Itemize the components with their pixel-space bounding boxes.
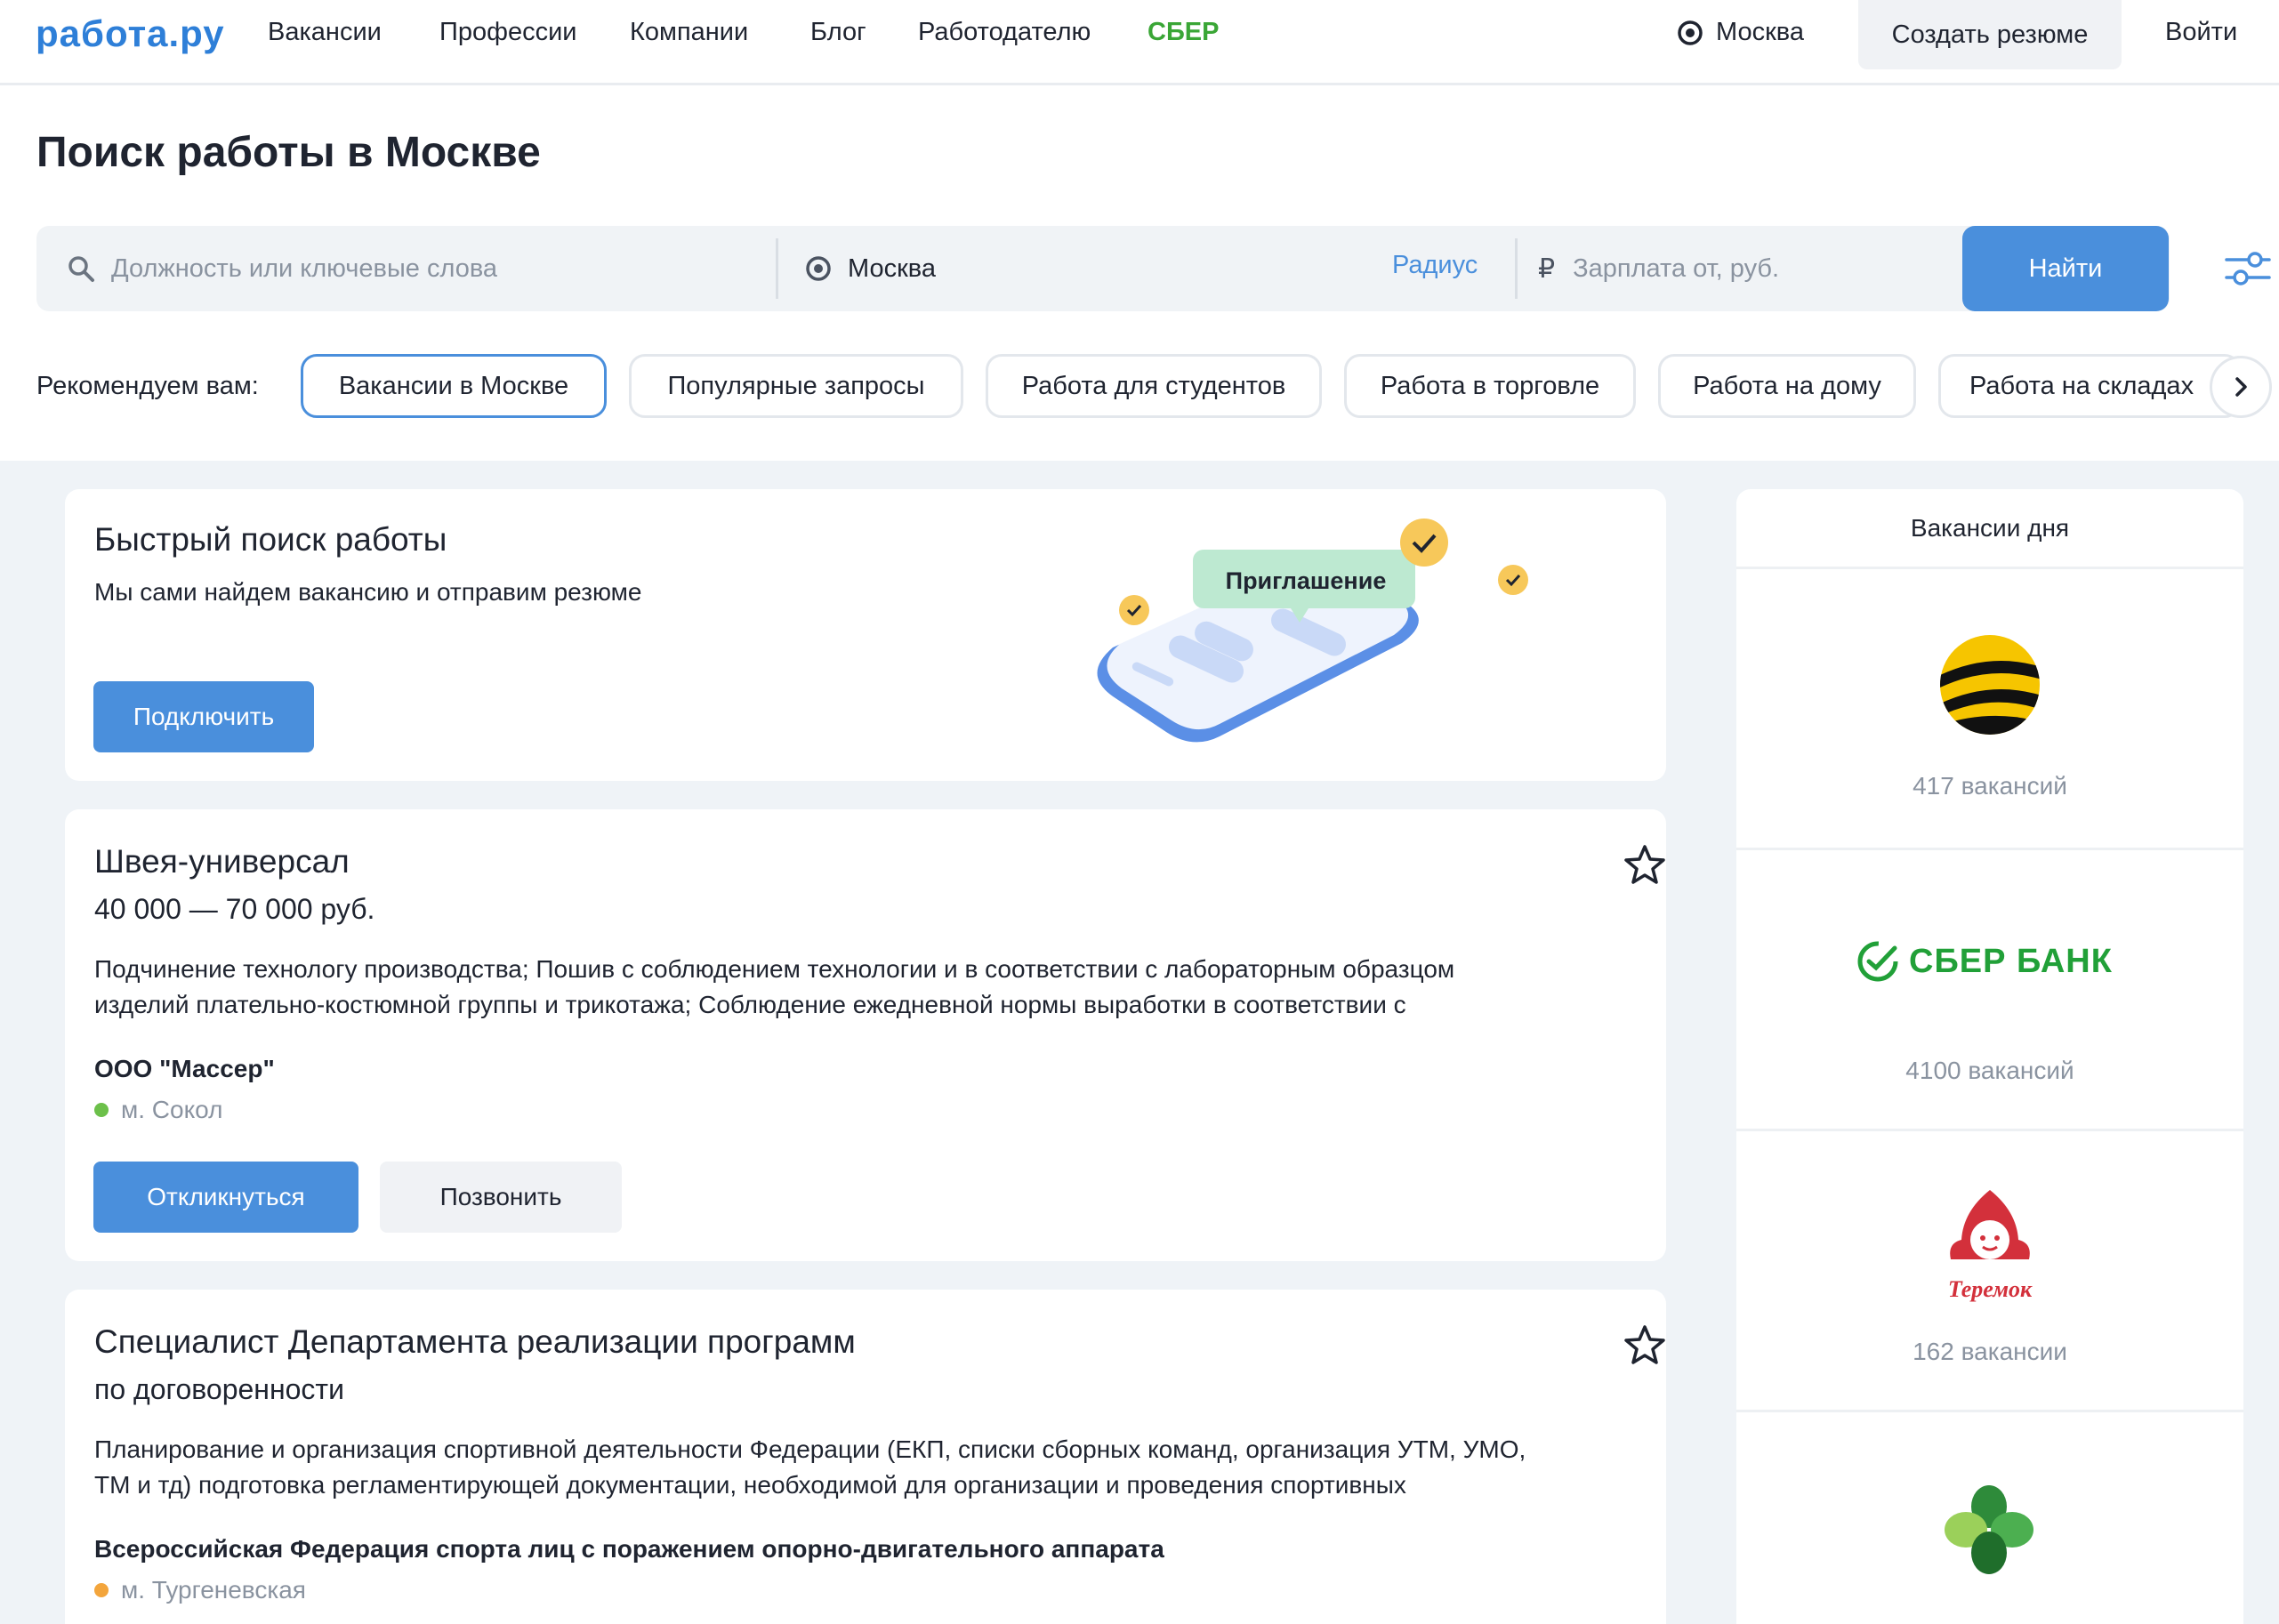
sberbank-logo: СБЕР БАНК — [1856, 939, 2113, 984]
search-bar: Должность или ключевые слова Москва Ради… — [36, 226, 2170, 311]
chips-next-button[interactable] — [2210, 356, 2272, 418]
company-item-clover[interactable] — [1736, 1412, 2243, 1624]
metro-station: м. Тургеневская — [121, 1576, 306, 1604]
company-item-teremok[interactable]: Теремок 162 вакансии — [1736, 1131, 2243, 1412]
call-button[interactable]: Позвонить — [380, 1162, 622, 1233]
invitation-bubble-text: Приглашение — [1226, 567, 1387, 594]
sber-check-icon — [1857, 941, 1898, 982]
top-header: работа.ру Вакансии Профессии Компании Бл… — [0, 0, 2279, 85]
star-icon[interactable] — [1623, 1323, 1666, 1366]
vacancy-salary: 40 000 — 70 000 руб. — [94, 893, 375, 925]
vacancy-count: 4100 вакансий — [1905, 1057, 2074, 1084]
keyword-placeholder: Должность или ключевые слова — [111, 253, 498, 283]
vacancy-metro: м. Тургеневская — [94, 1576, 306, 1604]
vacancy-description: Планирование и организация спортивной де… — [94, 1432, 1642, 1503]
nav-blog[interactable]: Блог — [810, 18, 866, 47]
teremok-logo-text: Теремок — [1948, 1276, 2033, 1302]
city-input-value: Москва — [848, 253, 937, 283]
vacancy-salary: по договоренности — [94, 1373, 344, 1405]
nav-sber[interactable]: СБЕР — [1148, 18, 1219, 47]
salary-input[interactable]: ₽ Зарплата от, руб. — [1538, 226, 1938, 311]
vacancies-of-day-panel: Вакансии дня 417 вакансий СБЕР БАНК 4100… — [1736, 489, 2243, 1624]
respond-button[interactable]: Откликнуться — [93, 1162, 358, 1233]
company-item-beeline[interactable]: 417 вакансий — [1736, 569, 2243, 850]
vacancy-count: 162 вакансии — [1913, 1338, 2067, 1365]
chevron-right-icon — [2235, 377, 2247, 397]
city-selector[interactable]: Москва — [1677, 18, 1804, 47]
location-pin-icon — [806, 256, 831, 281]
create-resume-button[interactable]: Создать резюме — [1858, 0, 2122, 69]
ruble-icon: ₽ — [1538, 253, 1556, 284]
vacancy-card[interactable]: Специалист Департамента реализации прогр… — [65, 1290, 1666, 1624]
vacancy-description-line: Планирование и организация спортивной де… — [94, 1435, 1526, 1463]
city-label: Москва — [1716, 18, 1805, 46]
metro-line-dot — [94, 1583, 109, 1597]
promo-title: Быстрый поиск работы — [94, 521, 447, 558]
sidebar-title: Вакансии дня — [1736, 489, 2243, 569]
vacancy-description-line: ТМ и тд) подготовка регламентирующей док… — [94, 1471, 1406, 1499]
connect-button[interactable]: Подключить — [93, 681, 314, 752]
chip-popular-queries[interactable]: Популярные запросы — [629, 354, 963, 418]
clover-logo — [1945, 1485, 2033, 1574]
nav-employer[interactable]: Работодателю — [918, 18, 1091, 47]
site-logo[interactable]: работа.ру — [36, 12, 225, 55]
salary-placeholder: Зарплата от, руб. — [1573, 253, 1780, 283]
promo-subtitle: Мы сами найдем вакансию и отправим резюм… — [94, 578, 642, 606]
star-icon[interactable] — [1623, 843, 1666, 886]
vacancy-count: 417 вакансий — [1913, 772, 2067, 800]
vacancy-title[interactable]: Специалист Департамента реализации прогр… — [94, 1323, 856, 1361]
divider — [1515, 238, 1518, 299]
page-title: Поиск работы в Москве — [36, 129, 541, 176]
divider — [776, 238, 778, 299]
find-button[interactable]: Найти — [1962, 226, 2169, 311]
vacancy-card[interactable]: Швея-универсал 40 000 — 70 000 руб. Подч… — [65, 809, 1666, 1261]
chip-warehouse[interactable]: Работа на складах — [1938, 354, 2241, 418]
recommend-label: Рекомендуем вам: — [36, 372, 259, 400]
company-item-sberbank[interactable]: СБЕР БАНК 4100 вакансий — [1736, 850, 2243, 1131]
vacancy-description: Подчинение технологу производства; Пошив… — [94, 952, 1642, 1023]
metro-station: м. Сокол — [121, 1096, 223, 1123]
chip-home[interactable]: Работа на дому — [1658, 354, 1916, 418]
radius-button[interactable]: Радиус — [1392, 251, 1478, 280]
chip-students[interactable]: Работа для студентов — [986, 354, 1322, 418]
sberbank-logo-text: СБЕР БАНК — [1909, 942, 2113, 980]
location-pin-icon — [1678, 20, 1703, 45]
login-link[interactable]: Войти — [2165, 18, 2237, 47]
vacancy-description-line: Подчинение технологу производства; Пошив… — [94, 955, 1455, 983]
vacancy-company[interactable]: ООО "Массер" — [94, 1055, 275, 1083]
metro-line-dot — [94, 1103, 109, 1117]
vacancy-title[interactable]: Швея-универсал — [94, 843, 350, 880]
nav-companies[interactable]: Компании — [630, 18, 748, 47]
chip-trade[interactable]: Работа в торговле — [1344, 354, 1636, 418]
teremok-logo: Теремок — [1948, 1190, 2033, 1302]
vacancy-company[interactable]: Всероссийская Федерация спорта лиц с пор… — [94, 1535, 1164, 1564]
filters-icon[interactable] — [2225, 249, 2271, 288]
phone-illustration: Приглашение — [1097, 519, 1528, 743]
keyword-input[interactable]: Должность или ключевые слова — [67, 226, 778, 311]
nav-vacancies[interactable]: Вакансии — [268, 18, 382, 47]
chip-vacancies-moscow[interactable]: Вакансии в Москве — [301, 354, 607, 418]
vacancy-metro: м. Сокол — [94, 1096, 222, 1124]
promo-card: Быстрый поиск работы Мы сами найдем вака… — [65, 489, 1666, 781]
search-icon — [68, 256, 94, 282]
nav-professions[interactable]: Профессии — [439, 18, 577, 47]
vacancy-description-line: изделий плательно-костюмной группы и три… — [94, 991, 1406, 1018]
beeline-logo — [1940, 635, 2040, 735]
